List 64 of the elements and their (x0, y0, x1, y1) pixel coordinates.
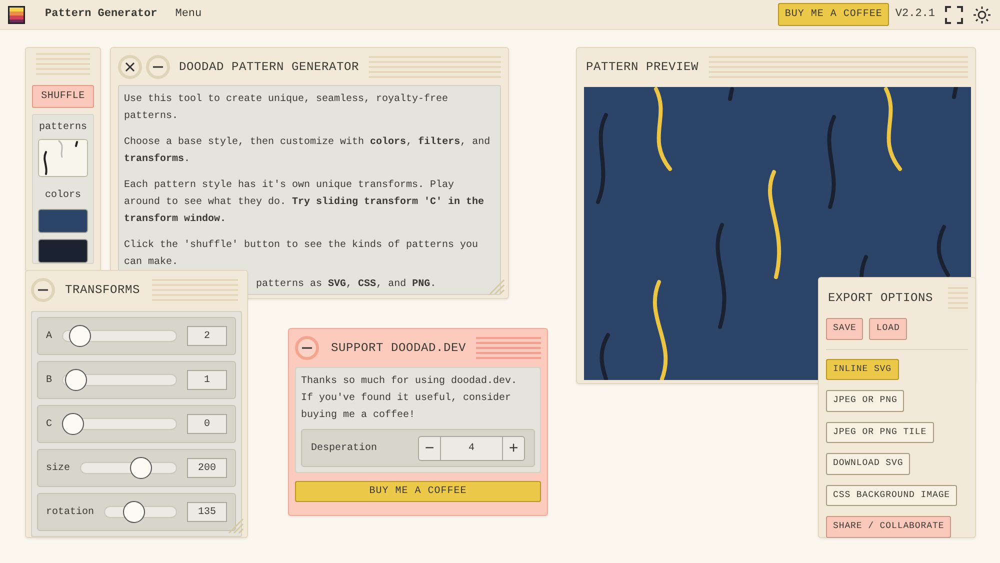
export-format-button[interactable]: JPEG OR PNG (826, 390, 904, 412)
export-format-button[interactable]: INLINE SVG (826, 358, 899, 380)
colors-label: colors (44, 188, 81, 203)
desperation-stepper[interactable]: − 4 + (418, 436, 525, 460)
slider-label: size (46, 462, 70, 476)
close-button[interactable] (118, 55, 142, 79)
action-button[interactable]: SAVE (826, 318, 864, 340)
patterns-label: patterns (38, 121, 87, 135)
value-field[interactable]: 135 (187, 502, 227, 522)
slider-label: B (46, 374, 52, 388)
window-title: SUPPORT DOODAD.DEV (331, 340, 466, 357)
buy-coffee-button[interactable]: BUY ME A COFFEE (295, 481, 541, 502)
color-swatch[interactable] (38, 239, 88, 263)
decrement-button[interactable]: − (419, 436, 441, 460)
slider[interactable] (104, 500, 177, 524)
pattern-thumbnail[interactable] (38, 139, 88, 177)
slider[interactable] (80, 456, 177, 480)
support-message: Thanks so much for using doodad.dev. If you've found it useful, consider buying me a coffee! (301, 374, 518, 423)
stepper-value: 4 (467, 442, 476, 456)
version-label: V2.2.1 (895, 7, 935, 22)
intro-paragraph: Click the 'shuffle' button to see the kinds of patterns you can make. (124, 238, 480, 270)
value-field[interactable]: 1 (187, 370, 227, 390)
app-title: Pattern Generator (45, 7, 158, 22)
minimize-button[interactable] (295, 336, 319, 360)
value-field[interactable]: 2 (187, 326, 227, 346)
action-button[interactable]: LOAD (869, 318, 907, 340)
buy-coffee-button[interactable]: BUY ME A COFFEE (778, 3, 890, 26)
value-field[interactable]: 0 (187, 414, 227, 434)
slider-label: rotation (46, 506, 94, 520)
minimize-button[interactable] (31, 278, 55, 302)
window-title: TRANSFORMS (65, 282, 140, 299)
window-title: PATTERN PREVIEW (586, 59, 699, 76)
window-title: DOODAD PATTERN GENERATOR (179, 59, 360, 76)
slider-thumb[interactable] (62, 413, 84, 435)
resize-grip-icon[interactable] (487, 277, 505, 295)
theme-toggle-sun-icon[interactable] (973, 6, 991, 24)
close-icon (124, 61, 136, 73)
slider-label: A (46, 330, 52, 344)
value-field[interactable]: 200 (187, 458, 227, 478)
export-format-button[interactable]: CSS BACKGROUND IMAGE (826, 484, 958, 506)
slider[interactable] (62, 324, 177, 348)
app-logo-icon (7, 4, 27, 24)
increment-button[interactable]: + (502, 436, 524, 460)
intro-paragraph: Use this tool to create unique, seamless, royalty-free patterns. (124, 92, 450, 124)
window-title: EXPORT OPTIONS (828, 290, 934, 307)
share-button[interactable]: SHARE / COLLABORATE (826, 516, 952, 538)
slider[interactable] (62, 412, 177, 436)
slider[interactable] (62, 368, 177, 392)
slider-thumb[interactable] (69, 325, 92, 347)
resize-grip-icon[interactable] (226, 516, 244, 534)
stepper-label: Desperation (311, 442, 378, 456)
intro-paragraph: patterns as SVG, CSS, and PNG. (256, 278, 436, 292)
export-format-button[interactable]: DOWNLOAD SVG (826, 453, 910, 474)
intro-paragraph: Choose a base style, then customize with colors, filters, and transforms. (124, 136, 492, 167)
intro-paragraph: Each pattern style has it's own unique transforms. Play around to see what they do. Try sliding transform 'C' in the transform window. (124, 178, 486, 227)
fullscreen-icon[interactable] (945, 6, 963, 24)
slider-thumb[interactable] (64, 369, 87, 391)
export-format-button[interactable]: JPEG OR PNG TILE (826, 422, 934, 443)
slider-thumb[interactable] (130, 457, 152, 479)
menu-button[interactable]: Menu (175, 6, 202, 23)
slider-thumb[interactable] (122, 501, 145, 523)
slider-label: C (46, 418, 52, 432)
color-swatch[interactable] (38, 209, 88, 233)
shuffle-button[interactable]: SHUFFLE (32, 85, 94, 108)
